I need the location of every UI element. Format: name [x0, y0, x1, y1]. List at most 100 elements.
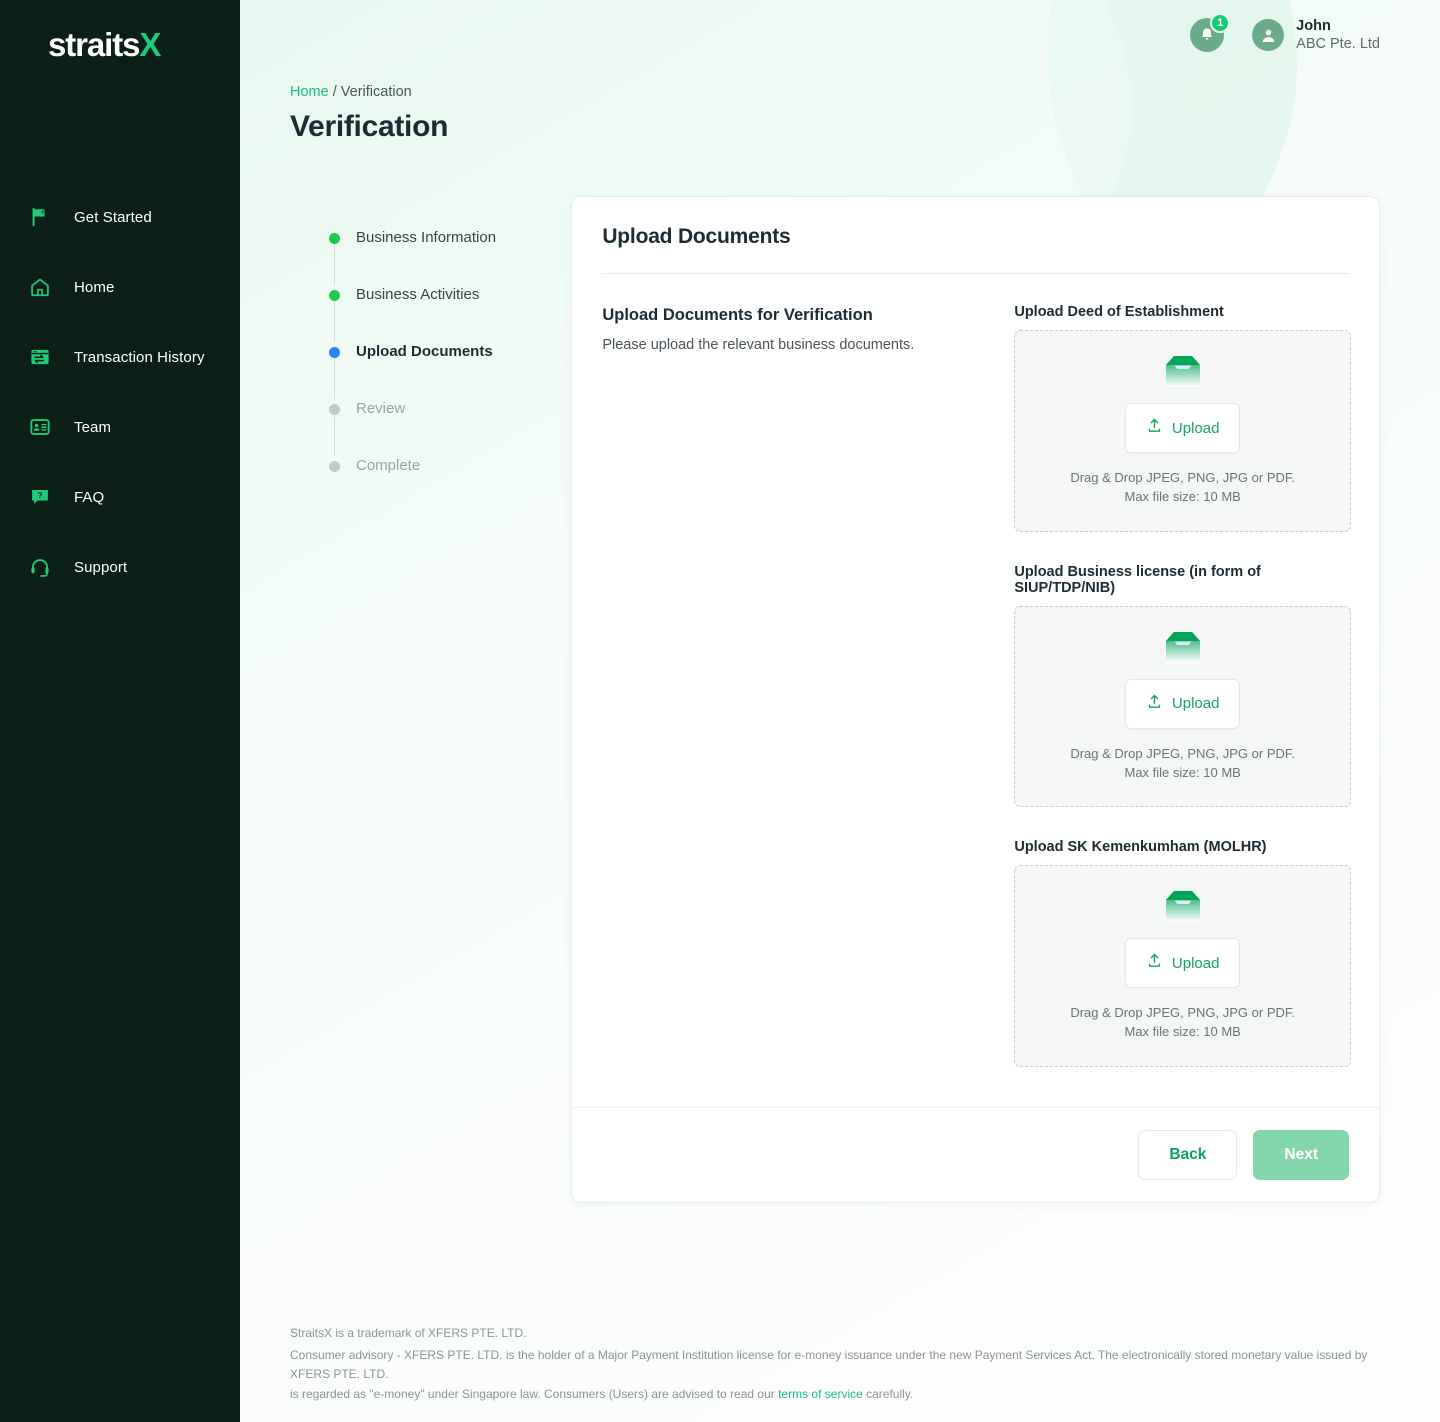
sidebar-item-label: Get Started	[74, 208, 152, 226]
step-marker	[328, 285, 340, 342]
verification-body: Business Information Business Activities	[290, 196, 1380, 1204]
dropzone[interactable]: Upload Drag & Drop JPEG, PNG, JPG or PDF…	[1014, 330, 1351, 532]
sidebar-item-team[interactable]: Team	[0, 392, 240, 462]
page-title: Verification	[290, 110, 449, 143]
sidebar-nav: Get Started Home Transaction History Tea…	[0, 182, 240, 602]
sidebar-item-faq[interactable]: ? FAQ	[0, 462, 240, 532]
home-icon	[28, 275, 52, 299]
user-menu[interactable]: John ABC Pte. Ltd	[1252, 17, 1380, 53]
footer-advisory-line: Consumer advisory - XFERS PTE. LTD. is t…	[290, 1347, 1368, 1382]
upload-button-label: Upload	[1171, 419, 1220, 437]
sidebar-item-support[interactable]: Support	[0, 532, 240, 602]
dropzone-hint: Drag & Drop JPEG, PNG, JPG or PDF. Max f…	[1070, 1004, 1295, 1042]
inbox-tray-icon	[1160, 629, 1206, 667]
back-button[interactable]: Back	[1138, 1130, 1238, 1181]
step-marker	[328, 228, 340, 285]
upload-button[interactable]: Upload	[1124, 403, 1241, 453]
inbox-tray-icon	[1160, 353, 1206, 391]
step-marker	[328, 342, 340, 399]
upload-button-label: Upload	[1171, 954, 1220, 972]
breadcrumb: Home / Verification	[290, 84, 1380, 100]
stepper-item-label: Business Activities	[356, 286, 480, 303]
stepper-item-review[interactable]: Review	[328, 399, 562, 456]
dropzone-hint: Drag & Drop JPEG, PNG, JPG or PDF. Max f…	[1070, 745, 1295, 783]
upload-group-deed-of-establishment: Upload Deed of Establishment Upload Drag…	[1014, 304, 1351, 532]
card-body: Upload Documents for Verification Please…	[572, 274, 1379, 1107]
footer-text-after-link: carefully.	[862, 1386, 914, 1401]
step-dot-current	[328, 347, 340, 358]
breadcrumb-home-link[interactable]: Home	[290, 84, 329, 100]
upload-button-label: Upload	[1171, 695, 1220, 713]
dropzone[interactable]: Upload Drag & Drop JPEG, PNG, JPG or PDF…	[1014, 865, 1351, 1068]
app-root: straitsX Get Started Home Transaction Hi…	[0, 0, 1440, 1422]
step-dot-todo	[328, 461, 340, 472]
stepper-item-business-information[interactable]: Business Information	[328, 228, 562, 285]
svg-text:?: ?	[37, 490, 42, 500]
upload-group-sk-kemenkumham: Upload SK Kemenkumham (MOLHR) Upload Dra…	[1014, 839, 1351, 1068]
brand-logo[interactable]: straitsX	[0, 0, 240, 96]
headset-icon	[28, 555, 52, 579]
stepper-item-upload-documents[interactable]: Upload Documents	[328, 342, 562, 399]
sidebar-item-label: Team	[74, 418, 112, 436]
upload-arrow-icon	[1146, 693, 1163, 715]
sidebar-item-get-started[interactable]: Get Started	[0, 182, 240, 252]
verification-stepper: Business Information Business Activities	[290, 196, 562, 475]
breadcrumb-separator: /	[332, 84, 337, 100]
page-content: Home / Verification Verification Busines…	[240, 70, 1440, 1204]
upload-group-business-license: Upload Business license (in form of SIUP…	[1014, 564, 1351, 808]
step-connector	[333, 301, 335, 342]
step-marker	[328, 399, 340, 456]
sidebar-item-transaction-history[interactable]: Transaction History	[0, 322, 240, 392]
terms-of-service-link[interactable]: terms of service	[778, 1387, 863, 1401]
upload-label: Upload SK Kemenkumham (MOLHR)	[1014, 839, 1267, 856]
brand-name: straits	[48, 26, 140, 63]
dropzone-hint: Drag & Drop JPEG, PNG, JPG or PDF. Max f…	[1070, 469, 1295, 507]
upload-documents-card: Upload Documents Upload Documents for Ve…	[571, 196, 1380, 1204]
footer-text-before-link: is regarded as "e-money" under Singapore…	[290, 1386, 779, 1401]
stepper-item-complete[interactable]: Complete	[328, 456, 562, 475]
sidebar-item-label: Support	[74, 558, 128, 576]
step-connector	[333, 358, 335, 399]
breadcrumb-current: Verification	[340, 84, 412, 100]
legal-footer: StraitsX is a trademark of XFERS PTE. LT…	[240, 1324, 1440, 1422]
sidebar-item-home[interactable]: Home	[0, 252, 240, 322]
step-marker	[328, 456, 340, 472]
card-title: Upload Documents	[602, 225, 791, 248]
faq-question-bubble-icon: ?	[28, 485, 52, 509]
user-name: John	[1296, 17, 1331, 34]
upload-column: Upload Deed of Establishment Upload Drag…	[1014, 304, 1351, 1068]
card-lead-description: Please upload the relevant business docu…	[602, 337, 915, 353]
dropzone-hint-formats: Drag & Drop JPEG, PNG, JPG or PDF.	[1070, 470, 1295, 485]
notification-badge: 1	[1210, 13, 1231, 33]
topbar: 1 John ABC Pte. Ltd	[240, 0, 1440, 70]
upload-arrow-icon	[1146, 417, 1163, 439]
upload-label: Upload Deed of Establishment	[1014, 304, 1224, 320]
step-dot-done	[328, 233, 340, 244]
upload-arrow-icon	[1146, 952, 1163, 974]
step-connector	[333, 415, 335, 456]
next-button[interactable]: Next	[1253, 1130, 1349, 1181]
footer-advisory-line-2: is regarded as "e-money" under Singapore…	[290, 1385, 1390, 1404]
dropzone[interactable]: Upload Drag & Drop JPEG, PNG, JPG or PDF…	[1014, 605, 1351, 808]
dropzone-hint-maxsize: Max file size: 10 MB	[1124, 764, 1241, 780]
dropzone-hint-formats: Drag & Drop JPEG, PNG, JPG or PDF.	[1070, 745, 1295, 761]
footer-trademark-line: StraitsX is a trademark of XFERS PTE. LT…	[290, 1326, 527, 1341]
stepper-item-business-activities[interactable]: Business Activities	[328, 285, 562, 342]
notifications-button[interactable]: 1	[1190, 13, 1231, 52]
upload-button[interactable]: Upload	[1124, 678, 1241, 729]
card-intro-column: Upload Documents for Verification Please…	[602, 304, 998, 1067]
sidebar-item-label: FAQ	[74, 488, 105, 506]
stepper-item-label: Business Information	[356, 229, 497, 246]
card-lead-title: Upload Documents for Verification	[602, 306, 873, 324]
card-header: Upload Documents	[572, 197, 1379, 274]
flag-icon	[28, 205, 52, 229]
step-dot-todo	[328, 404, 340, 415]
stepper-item-label: Complete	[356, 457, 421, 474]
inbox-tray-icon	[1160, 888, 1206, 926]
upload-button[interactable]: Upload	[1124, 938, 1241, 989]
user-organization: ABC Pte. Ltd	[1296, 36, 1380, 52]
avatar	[1252, 19, 1285, 51]
upload-label: Upload Business license (in form of SIUP…	[1014, 563, 1261, 596]
sidebar: straitsX Get Started Home Transaction Hi…	[0, 0, 240, 1422]
dropzone-hint-maxsize: Max file size: 10 MB	[1124, 488, 1241, 504]
